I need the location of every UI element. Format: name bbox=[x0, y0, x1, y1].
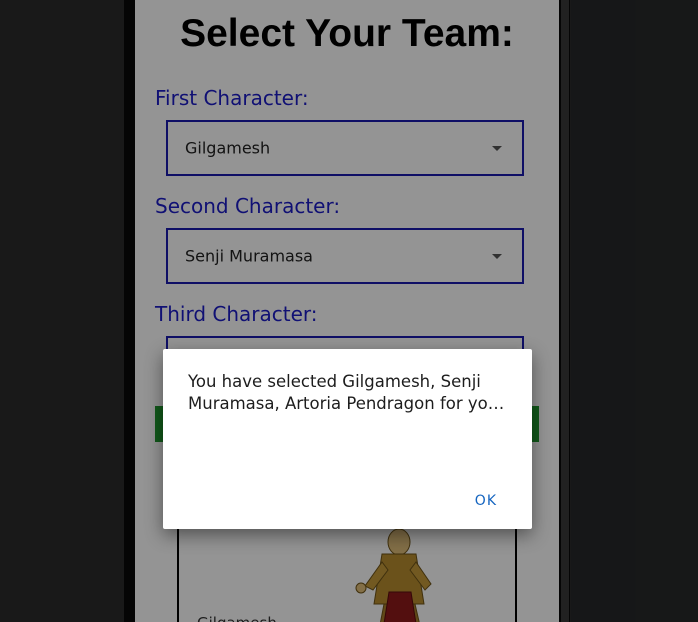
selection-dialog: You have selected Gilgamesh, Senji Muram… bbox=[163, 349, 532, 529]
dialog-message: You have selected Gilgamesh, Senji Muram… bbox=[188, 372, 505, 413]
ok-button[interactable]: OK bbox=[475, 493, 497, 509]
